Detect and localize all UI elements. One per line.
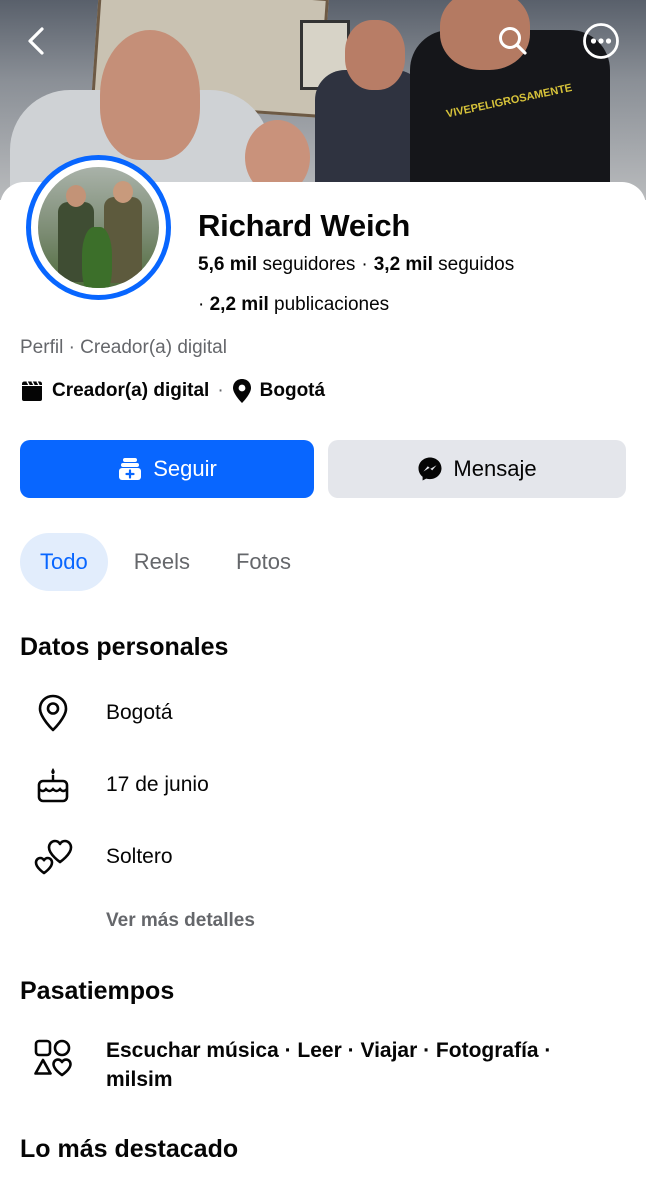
tab-reels[interactable]: Reels	[114, 533, 210, 591]
stat-separator: ·	[361, 254, 368, 275]
tab-todo[interactable]: Todo	[20, 533, 108, 591]
more-options-button[interactable]	[582, 22, 620, 60]
posts-stat: · 2,2 mil publicaciones	[198, 294, 389, 316]
follow-stats: 5,6 mil seguidores · 3,2 mil seguidos	[198, 254, 514, 276]
followers-count: 5,6 mil	[198, 254, 258, 275]
info-birthday-row: 17 de junio	[30, 766, 209, 804]
avatar-head	[66, 185, 86, 207]
hobbies-list: Escuchar música · Leer · Viajar · Fotogr…	[106, 1039, 552, 1091]
hearts-icon	[30, 838, 76, 876]
message-button[interactable]: Mensaje	[328, 440, 626, 498]
highlights-section-title: Lo más destacado	[20, 1135, 239, 1163]
clapperboard-icon	[20, 380, 44, 402]
info-location-text: Bogotá	[106, 701, 173, 724]
location-pin-icon	[30, 694, 76, 732]
avatar-bush	[82, 227, 112, 288]
see-more-details-link[interactable]: Ver más detalles	[106, 910, 255, 932]
meta-separator: ·	[217, 380, 224, 401]
messenger-icon	[417, 456, 443, 482]
hobbies-row: Escuchar música · Leer · Viajar · Fotogr…	[30, 1036, 606, 1094]
location-label[interactable]: Bogotá	[260, 380, 325, 402]
profile-meta: Creador(a) digital · Bogotá	[20, 378, 325, 404]
cover-person-head	[100, 30, 200, 160]
info-location-row: Bogotá	[30, 694, 173, 732]
followers-stat[interactable]: 5,6 mil seguidores	[198, 254, 355, 275]
shapes-icon	[30, 1038, 76, 1078]
more-horizontal-icon	[583, 23, 619, 59]
info-birthday-text: 17 de junio	[106, 773, 209, 796]
hobbies-section-title: Pasatiempos	[20, 977, 175, 1005]
cover-person-head	[345, 20, 405, 90]
info-relationship-text: Soltero	[106, 845, 173, 868]
follow-label: Seguir	[153, 456, 217, 481]
profile-name: Richard Weich	[198, 208, 411, 243]
info-relationship-row: Soltero	[30, 838, 173, 876]
avatar-head	[113, 181, 133, 203]
birthday-cake-icon	[30, 766, 76, 804]
following-count: 3,2 mil	[373, 254, 433, 275]
chevron-left-icon	[28, 27, 44, 55]
personal-section-title: Datos personales	[20, 633, 229, 661]
search-icon	[499, 27, 527, 55]
profile-avatar[interactable]	[26, 155, 171, 300]
follow-button[interactable]: Seguir	[20, 440, 314, 498]
tab-fotos[interactable]: Fotos	[216, 533, 311, 591]
following-label: seguidos	[438, 254, 515, 275]
role-label: Creador(a) digital	[52, 380, 210, 401]
message-label: Mensaje	[453, 456, 537, 481]
posts-count: 2,2 mil	[209, 294, 269, 315]
followers-label: seguidores	[262, 254, 356, 275]
stat-separator: ·	[198, 294, 205, 315]
follow-icon	[117, 456, 143, 482]
profile-tabs: Todo Reels Fotos	[20, 533, 317, 591]
search-button[interactable]	[494, 22, 532, 60]
avatar-image	[38, 167, 159, 288]
back-button[interactable]	[18, 22, 56, 60]
following-stat[interactable]: 3,2 mil seguidos	[374, 254, 515, 275]
location-pin-icon	[232, 378, 252, 404]
posts-label: publicaciones	[274, 294, 390, 315]
profile-category: Perfil · Creador(a) digital	[20, 337, 227, 358]
